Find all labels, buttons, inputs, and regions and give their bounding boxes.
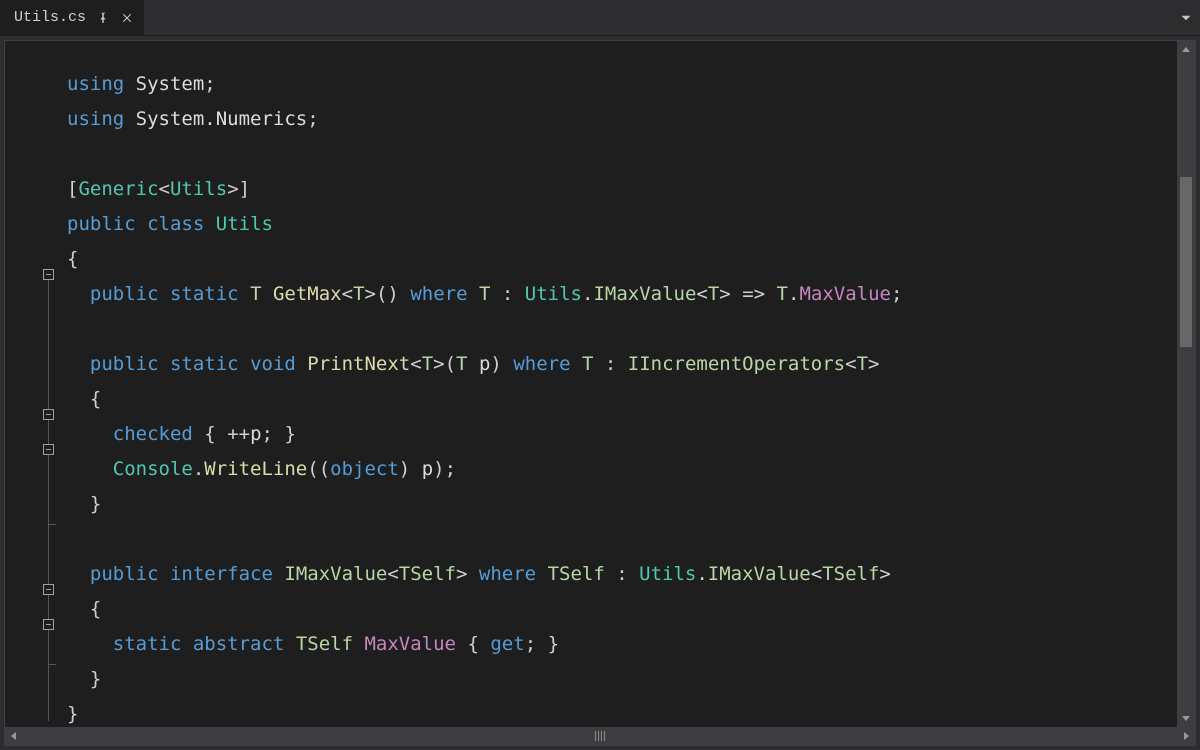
horizontal-scrollbar[interactable] <box>5 727 1195 745</box>
gutter <box>5 41 63 727</box>
hscroll-grip[interactable] <box>587 730 613 742</box>
scroll-down-icon[interactable] <box>1177 709 1195 727</box>
vscroll-track[interactable] <box>1177 59 1195 709</box>
vertical-scrollbar[interactable] <box>1177 41 1195 727</box>
fold-toggle[interactable] <box>43 584 54 595</box>
close-icon[interactable] <box>120 11 134 25</box>
hscroll-track[interactable] <box>23 727 1177 745</box>
scroll-left-icon[interactable] <box>5 727 23 745</box>
fold-toggle[interactable] <box>43 619 54 630</box>
tab-overflow-button[interactable] <box>1180 0 1192 35</box>
fold-toggle[interactable] <box>43 444 54 455</box>
vscroll-thumb[interactable] <box>1180 177 1192 347</box>
scroll-right-icon[interactable] <box>1177 727 1195 745</box>
fold-toggle[interactable] <box>43 269 54 280</box>
scroll-up-icon[interactable] <box>1177 41 1195 59</box>
tab-bar: Utils.cs <box>0 0 1200 36</box>
editor-body: using System; using System.Numerics; [Ge… <box>5 41 1195 727</box>
code-area[interactable]: using System; using System.Numerics; [Ge… <box>63 41 1177 727</box>
editor-window: Utils.cs using Sy <box>0 0 1200 750</box>
file-tab-utils[interactable]: Utils.cs <box>0 0 145 35</box>
tab-label: Utils.cs <box>14 9 86 26</box>
fold-toggle[interactable] <box>43 409 54 420</box>
pin-icon[interactable] <box>96 11 110 25</box>
editor-container: using System; using System.Numerics; [Ge… <box>4 40 1196 746</box>
